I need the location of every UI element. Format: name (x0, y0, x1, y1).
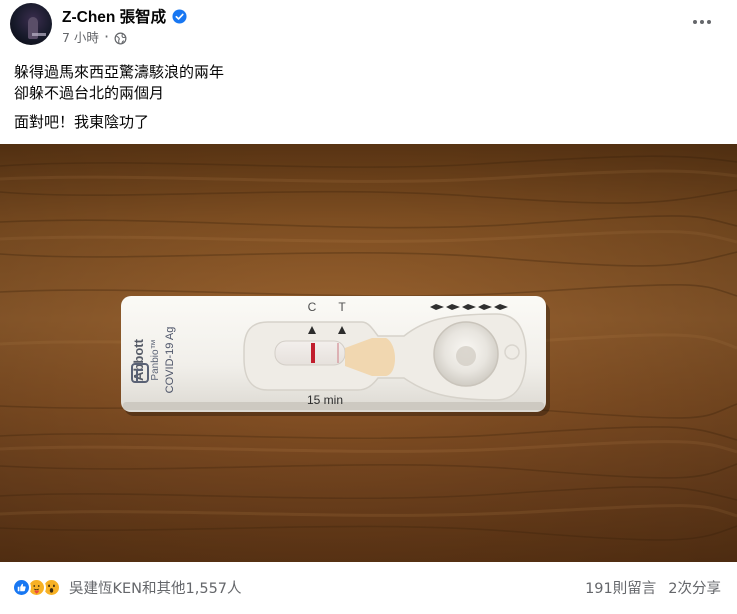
covid-test-cassette: Abbott Panbio™ COVID-19 Ag C T 15 min (121, 296, 550, 416)
control-line (311, 343, 315, 363)
marker-t-label: T (338, 300, 346, 314)
post-photo[interactable]: Abbott Panbio™ COVID-19 Ag C T 15 min (0, 144, 737, 562)
author-avatar[interactable] (10, 3, 52, 45)
test-product-label: Panbio™ (150, 339, 161, 380)
post-footer: 吳建恆KEN和其他1,557人 191則留言 2次分享 (0, 562, 737, 614)
meta-separator: · (103, 26, 110, 46)
post-text-line: 躲得過馬來西亞驚濤駭浪的兩年 (14, 63, 225, 81)
marker-c-label: C (308, 300, 317, 314)
post-text: 躲得過馬來西亞驚濤駭浪的兩年 卻躲不過台北的兩個月 面對吧！我東陰功了 (14, 62, 714, 133)
timer-label: 15 min (307, 393, 343, 407)
post-text-line: 面對吧！我東陰功了 (14, 113, 150, 131)
test-name-label: COVID-19 Ag (164, 327, 176, 394)
comments-count[interactable]: 191則留言 (585, 577, 656, 598)
post-meta: 7 小時 · (62, 26, 127, 46)
like-reaction-icon (12, 577, 31, 597)
post-header: Z-Chen 張智成 7 小時 · (0, 0, 737, 56)
post-timestamp[interactable]: 7 小時 (62, 27, 99, 46)
photo-canvas: Abbott Panbio™ COVID-19 Ag C T 15 min (0, 144, 737, 562)
reaction-names[interactable]: 吳建恆KEN和其他1,557人 (69, 577, 242, 598)
globe-icon[interactable] (114, 30, 127, 44)
test-line (337, 343, 339, 363)
reactions-summary[interactable]: 吳建恆KEN和其他1,557人 (12, 576, 242, 598)
author-row: Z-Chen 張智成 (62, 5, 187, 27)
avatar-caption-mark (32, 33, 46, 36)
more-options-button[interactable] (684, 4, 720, 40)
test-brand-label: Abbott (131, 338, 146, 381)
shares-count[interactable]: 2次分享 (668, 577, 721, 598)
verified-badge-icon (172, 8, 187, 24)
more-options-icon (693, 20, 711, 24)
engagement-stats: 191則留言 2次分享 (585, 576, 721, 598)
post-text-line: 卻躲不過台北的兩個月 (14, 84, 165, 102)
author-name[interactable]: Z-Chen 張智成 (62, 5, 166, 27)
